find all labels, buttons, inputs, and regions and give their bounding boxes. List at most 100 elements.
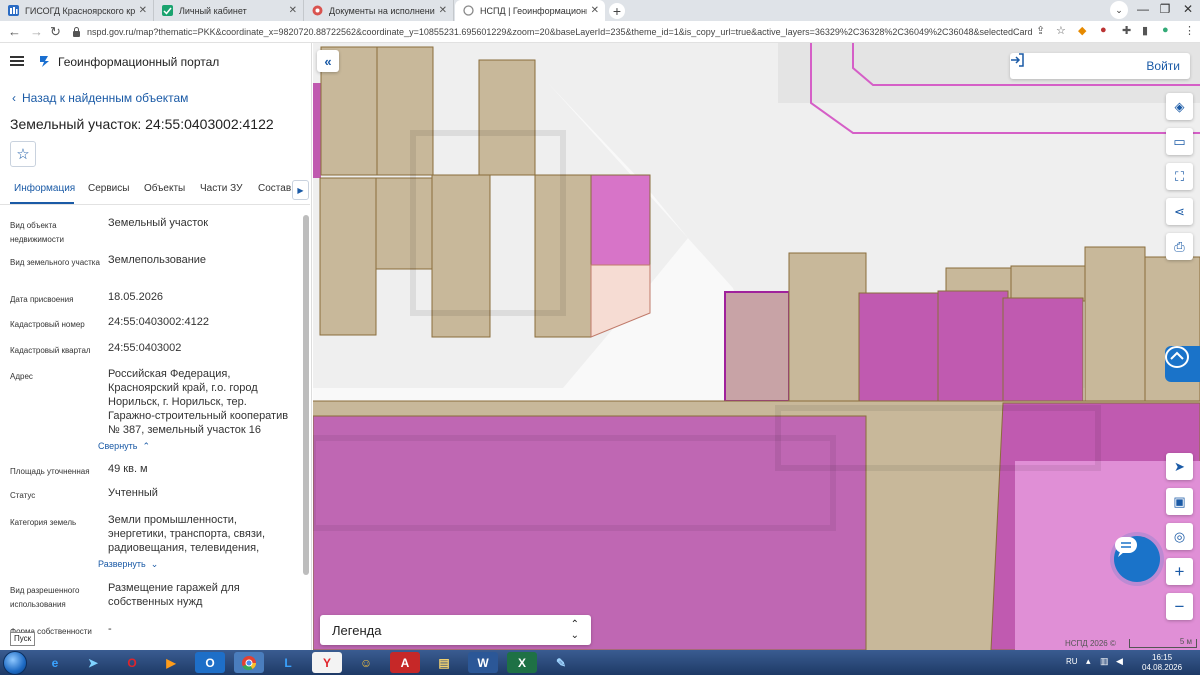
legend-dropdown[interactable]: Легенда ⌃ ⌄: [320, 615, 591, 645]
start-button[interactable]: [3, 651, 27, 675]
volume-icon[interactable]: ◀: [1116, 656, 1123, 667]
measure-button[interactable]: ▭: [1166, 128, 1193, 155]
tab-info[interactable]: Информация: [14, 183, 75, 194]
extension-icon[interactable]: ●: [1100, 24, 1107, 36]
legend-label: Легенда: [332, 622, 382, 638]
layers-button[interactable]: ◈: [1166, 93, 1193, 120]
minimap-button[interactable]: ▣: [1166, 488, 1193, 515]
thematic-layers-tab[interactable]: [1165, 346, 1200, 382]
plus-icon: +: [1174, 561, 1185, 581]
share-button[interactable]: ⋖: [1166, 198, 1193, 225]
maximize-icon[interactable]: ❐: [1155, 2, 1175, 16]
field-label: Дата присвоения: [10, 295, 74, 304]
scrollbar-thumb[interactable]: [303, 215, 309, 575]
print-button[interactable]: ⎙: [1166, 233, 1193, 260]
field-label: Кадастровый номер: [10, 320, 85, 329]
collapse-link[interactable]: Свернуть ⌃: [98, 441, 150, 452]
documents-favicon-icon: [312, 5, 323, 16]
field-value: -: [108, 623, 112, 635]
select-area-button[interactable]: ⛶: [1166, 163, 1193, 190]
yandex-browser-icon[interactable]: Y: [312, 652, 342, 673]
back-to-results-link[interactable]: ‹ Назад к найденным объектам: [12, 91, 188, 105]
extension-icon[interactable]: ◆: [1078, 24, 1086, 37]
site-info-icon[interactable]: [72, 27, 81, 37]
new-tab-button[interactable]: +: [609, 3, 625, 19]
paint-icon[interactable]: ✎: [546, 652, 576, 673]
browser-tab[interactable]: Личный кабинет ✕: [154, 0, 304, 21]
panel-scrollbar[interactable]: [302, 205, 310, 650]
internet-explorer-icon[interactable]: e: [40, 652, 70, 673]
copyright-text: НСПД 2026 ©: [1065, 639, 1116, 648]
address-value: Российская Федерация, Красноярский край,…: [108, 368, 289, 436]
start-tooltip: Пуск: [10, 632, 36, 646]
taskbar-clock[interactable]: 16:15 04.08.2026: [1142, 653, 1182, 673]
login-button[interactable]: Войти: [1010, 53, 1190, 79]
field-value: 24:55:0403002: [108, 342, 182, 354]
tab-services[interactable]: Сервисы: [88, 183, 129, 194]
acrobat-icon[interactable]: A: [390, 652, 420, 673]
collapse-panel-button[interactable]: «: [317, 50, 339, 72]
tray-arrow-icon[interactable]: ▴: [1086, 656, 1091, 667]
print-icon: ⎙: [1174, 238, 1185, 254]
tabs-next-button[interactable]: ▶: [292, 180, 309, 200]
tab-search-icon[interactable]: ⌄: [1110, 1, 1128, 19]
excel-icon[interactable]: X: [507, 652, 537, 673]
field-value: 24:55:0403002:4122: [108, 316, 209, 328]
tab-objects[interactable]: Объекты: [144, 183, 185, 194]
scale-label: 5 м: [1179, 637, 1192, 646]
field-value: Размещение гаражей для собственных нужд: [108, 582, 240, 608]
close-window-icon[interactable]: ✕: [1178, 2, 1198, 16]
address-bar[interactable]: nspd.gov.ru/map?thematic=PKK&coordinate_…: [72, 23, 1032, 41]
language-indicator[interactable]: RU: [1066, 657, 1078, 666]
windows-taskbar: e ➤ O ▶ O L Y ☺ A ▤ W X ✎ RU ▴ ▥ ◀ 16:15…: [0, 650, 1200, 675]
tab-parts[interactable]: Части ЗУ: [200, 183, 242, 194]
back-link-label: Назад к найденным объектам: [22, 91, 189, 105]
browser-menu-icon[interactable]: ⋮: [1184, 24, 1195, 37]
field-label: Вид земельного участка: [10, 258, 100, 267]
field-value: 49 кв. м: [108, 463, 148, 475]
chrome-browser-icon[interactable]: [234, 652, 264, 673]
close-icon[interactable]: ✕: [139, 5, 147, 16]
expand-collapse-icon: ⌃ ⌄: [570, 619, 579, 641]
browser-tab-strip: ГИСОГД Красноярского края ✕ Личный кабин…: [0, 0, 1200, 21]
locate-button[interactable]: ➤: [1166, 453, 1193, 480]
map-view[interactable]: « Войти ◈ ▭ ⛶ ⋖ ⎙ ➤ ▣ ◎ + − Легенда ⌃ ⌄ Н…: [313, 43, 1200, 650]
reload-icon[interactable]: ↻: [50, 24, 61, 40]
expand-link[interactable]: Развернуть ⌄: [98, 559, 158, 570]
profile-avatar-icon[interactable]: ●: [1162, 24, 1169, 36]
forward-arrow-icon[interactable]: →: [30, 24, 43, 39]
word-icon[interactable]: W: [468, 652, 498, 673]
field-label: Площадь уточненная: [10, 467, 90, 476]
share-icon[interactable]: ⇪: [1036, 24, 1045, 37]
browser-tab[interactable]: ГИСОГД Красноярского края ✕: [0, 0, 154, 21]
side-panel-icon[interactable]: ▮: [1142, 24, 1148, 37]
close-icon[interactable]: ✕: [289, 5, 297, 16]
outlook-icon[interactable]: O: [195, 652, 225, 673]
minimize-icon[interactable]: —: [1133, 2, 1153, 16]
browser-tab-active[interactable]: НСПД | Геоинформационный п... ✕: [455, 0, 605, 21]
extensions-puzzle-icon[interactable]: ✚: [1122, 24, 1131, 37]
network-icon[interactable]: ▥: [1100, 656, 1109, 667]
opera-browser-icon[interactable]: O: [117, 652, 147, 673]
bookmark-star-icon[interactable]: ☆: [1056, 24, 1066, 37]
close-icon[interactable]: ✕: [439, 5, 447, 16]
file-explorer-icon[interactable]: ▤: [429, 652, 459, 673]
chat-support-button[interactable]: [1114, 536, 1160, 582]
zoom-out-button[interactable]: −: [1166, 593, 1193, 620]
back-arrow-icon[interactable]: ←: [8, 24, 21, 39]
hamburger-menu-icon[interactable]: [10, 56, 24, 66]
map-canvas[interactable]: [313, 43, 1200, 650]
field-value: Учтенный: [108, 487, 158, 499]
close-icon[interactable]: ✕: [591, 5, 599, 16]
favorite-star-button[interactable]: ☆: [10, 141, 36, 167]
browser-tab[interactable]: Документы на исполнении ✕: [304, 0, 454, 21]
browser-tab-title: Личный кабинет: [179, 5, 247, 16]
user-app-icon[interactable]: ☺: [351, 652, 381, 673]
tab-composition[interactable]: Состав: [258, 183, 291, 194]
cabinet-favicon-icon: [162, 5, 173, 16]
zoom-in-button[interactable]: +: [1166, 558, 1193, 585]
geolocation-button[interactable]: ◎: [1166, 523, 1193, 550]
media-player-icon[interactable]: ▶: [156, 652, 186, 673]
lync-icon[interactable]: L: [273, 652, 303, 673]
messenger-app-icon[interactable]: ➤: [78, 652, 108, 673]
